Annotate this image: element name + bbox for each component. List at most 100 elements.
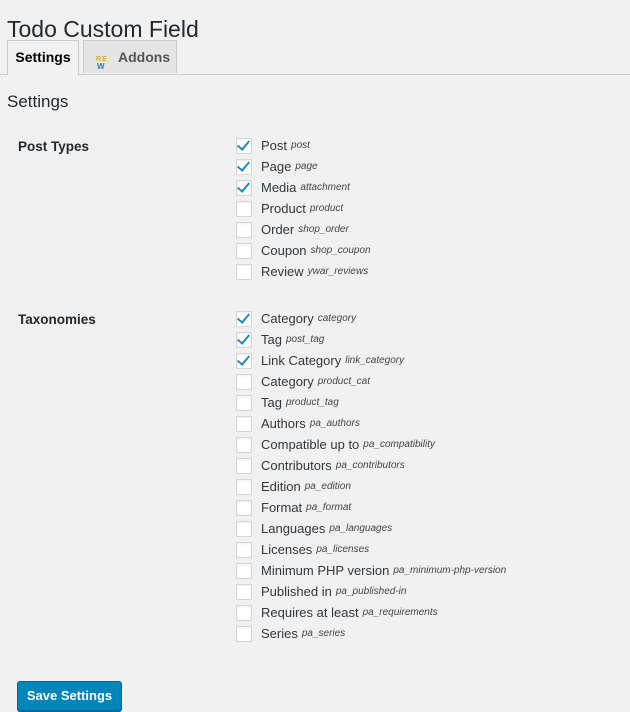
- checkbox-product[interactable]: [236, 200, 252, 217]
- checkbox-row-post[interactable]: Post post: [236, 135, 371, 156]
- checkbox-slug: pa_languages: [329, 523, 393, 534]
- tab-addons[interactable]: R E W Addons: [83, 40, 177, 73]
- checkbox-label: Category: [261, 311, 314, 326]
- checkbox-slug: pa_compatibility: [363, 439, 435, 450]
- rew-logo-icon: R E W: [96, 49, 112, 71]
- checkbox-row-pa_minimum-php-version[interactable]: Minimum PHP version pa_minimum-php-versio…: [236, 560, 506, 581]
- checkbox-row-product_tag[interactable]: Tag product_tag: [236, 392, 506, 413]
- checkbox-slug: product: [309, 203, 344, 214]
- checkbox-row-pa_languages[interactable]: Languages pa_languages: [236, 518, 506, 539]
- checkbox-shop_coupon[interactable]: [236, 242, 252, 259]
- checkbox-row-link_category[interactable]: Link Category link_category: [236, 350, 506, 371]
- save-settings-button[interactable]: Save Settings: [17, 681, 122, 711]
- checkbox-slug: post: [291, 140, 310, 151]
- checkbox-pa_published-in[interactable]: [236, 583, 252, 600]
- checkbox-label: Compatible up to: [261, 437, 360, 452]
- checkbox-slug: category: [317, 313, 357, 324]
- checkbox-row-shop_order[interactable]: Order shop_order: [236, 219, 371, 240]
- checkbox-row-pa_licenses[interactable]: Licenses pa_licenses: [236, 539, 506, 560]
- checkbox-slug: pa_published-in: [335, 586, 407, 597]
- tab-settings[interactable]: Settings: [7, 40, 79, 75]
- checkbox-pa_compatibility[interactable]: [236, 436, 252, 453]
- checkbox-label: Minimum PHP version: [261, 563, 390, 578]
- checkbox-pa_contributors[interactable]: [236, 457, 252, 474]
- checkbox-pa_authors[interactable]: [236, 415, 252, 432]
- checkbox-label: Coupon: [261, 243, 307, 258]
- tab-addons-label: Addons: [118, 49, 171, 65]
- checkbox-label: Authors: [261, 416, 306, 431]
- checkbox-row-category[interactable]: Category category: [236, 308, 506, 329]
- taxonomies-label: Taxonomies: [18, 312, 96, 327]
- checkbox-label: Format: [261, 500, 303, 515]
- checkbox-pa_languages[interactable]: [236, 520, 252, 537]
- checkbox-row-product_cat[interactable]: Category product_cat: [236, 371, 506, 392]
- checkbox-pa_minimum-php-version[interactable]: [236, 562, 252, 579]
- checkbox-label: Series: [261, 626, 298, 641]
- checkbox-label: Tag: [261, 395, 282, 410]
- checkbox-label: Review: [261, 264, 304, 279]
- checkbox-label: Edition: [261, 479, 301, 494]
- checkbox-pa_edition[interactable]: [236, 478, 252, 495]
- checkbox-label: Media: [261, 180, 297, 195]
- checkbox-label: Published in: [261, 584, 332, 599]
- checkbox-label: Post: [261, 138, 288, 153]
- checkbox-label: Tag: [261, 332, 282, 347]
- checkbox-slug: ywar_reviews: [307, 266, 369, 277]
- checkbox-category[interactable]: [236, 310, 252, 327]
- checkbox-pa_requirements[interactable]: [236, 604, 252, 621]
- checkbox-slug: pa_edition: [304, 481, 351, 492]
- checkbox-row-pa_series[interactable]: Series pa_series: [236, 623, 506, 644]
- checkbox-page[interactable]: [236, 158, 252, 175]
- checkbox-attachment[interactable]: [236, 179, 252, 196]
- checkbox-pa_licenses[interactable]: [236, 541, 252, 558]
- checkbox-label: Contributors: [261, 458, 332, 473]
- checkbox-label: Requires at least: [261, 605, 359, 620]
- checkbox-row-pa_requirements[interactable]: Requires at least pa_requirements: [236, 602, 506, 623]
- checkbox-label: Order: [261, 222, 295, 237]
- checkbox-ywar_reviews[interactable]: [236, 263, 252, 280]
- checkbox-row-pa_edition[interactable]: Edition pa_edition: [236, 476, 506, 497]
- checkbox-row-shop_coupon[interactable]: Coupon shop_coupon: [236, 240, 371, 261]
- section-title: Settings: [7, 92, 69, 111]
- checkbox-slug: shop_coupon: [310, 245, 371, 256]
- checkbox-label: Licenses: [261, 542, 313, 557]
- checkbox-slug: post_tag: [285, 334, 325, 345]
- checkbox-slug: product_tag: [285, 397, 339, 408]
- checkbox-product_tag[interactable]: [236, 394, 252, 411]
- nav-tabs: Settings R E W Addons: [0, 40, 630, 75]
- checkbox-slug: attachment: [300, 182, 350, 193]
- checkbox-row-pa_format[interactable]: Format pa_format: [236, 497, 506, 518]
- checkbox-slug: pa_licenses: [316, 544, 370, 555]
- checkbox-row-attachment[interactable]: Media attachment: [236, 177, 371, 198]
- tab-settings-label: Settings: [15, 49, 71, 65]
- checkbox-slug: page: [295, 161, 318, 172]
- checkbox-label: Product: [261, 201, 306, 216]
- checkbox-pa_format[interactable]: [236, 499, 252, 516]
- checkbox-slug: pa_format: [306, 502, 352, 513]
- checkbox-row-pa_published-in[interactable]: Published in pa_published-in: [236, 581, 506, 602]
- checkbox-row-product[interactable]: Product product: [236, 198, 371, 219]
- checkbox-post_tag[interactable]: [236, 331, 252, 348]
- checkbox-slug: pa_requirements: [362, 607, 438, 618]
- checkbox-slug: pa_minimum-php-version: [393, 565, 507, 576]
- taxonomies-list: Category category Tag post_tag Link Category…: [236, 308, 506, 644]
- checkbox-product_cat[interactable]: [236, 373, 252, 390]
- checkbox-slug: pa_series: [301, 628, 346, 639]
- checkbox-row-pa_contributors[interactable]: Contributors pa_contributors: [236, 455, 506, 476]
- checkbox-row-ywar_reviews[interactable]: Review ywar_reviews: [236, 261, 371, 282]
- checkbox-slug: link_category: [345, 355, 405, 366]
- checkbox-row-pa_authors[interactable]: Authors pa_authors: [236, 413, 506, 434]
- checkbox-label: Page: [261, 159, 292, 174]
- checkbox-shop_order[interactable]: [236, 221, 252, 238]
- checkbox-row-pa_compatibility[interactable]: Compatible up to pa_compatibility: [236, 434, 506, 455]
- checkbox-row-page[interactable]: Page page: [236, 156, 371, 177]
- checkbox-post[interactable]: [236, 137, 252, 154]
- checkbox-slug: shop_order: [298, 224, 349, 235]
- checkbox-label: Category: [261, 374, 314, 389]
- checkbox-pa_series[interactable]: [236, 625, 252, 642]
- checkbox-row-post_tag[interactable]: Tag post_tag: [236, 329, 506, 350]
- checkbox-label: Link Category: [261, 353, 342, 368]
- checkbox-link_category[interactable]: [236, 352, 252, 369]
- checkbox-slug: product_cat: [317, 376, 371, 387]
- svg-text:W: W: [97, 62, 105, 70]
